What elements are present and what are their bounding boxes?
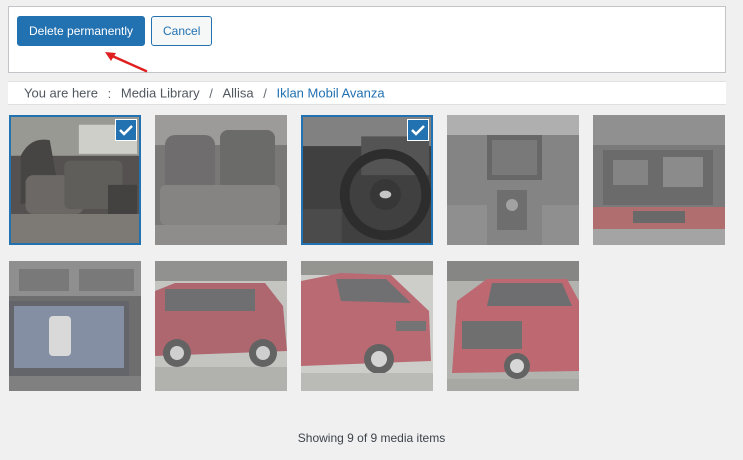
selected-check-icon[interactable] (115, 119, 137, 141)
media-item[interactable] (447, 115, 579, 245)
breadcrumb-separator: / (263, 85, 267, 101)
breadcrumb-separator: / (209, 85, 213, 101)
media-item[interactable] (447, 261, 579, 391)
annotation-arrow-icon (105, 52, 148, 73)
breadcrumb: You are here : Media Library / Allisa / … (8, 81, 726, 105)
cancel-button[interactable]: Cancel (151, 16, 213, 46)
breadcrumb-item-current-folder: Iklan Mobil Avanza (276, 85, 385, 101)
breadcrumb-colon: : (107, 85, 112, 101)
media-item[interactable] (9, 261, 141, 391)
media-count-status: Showing 9 of 9 media items (297, 431, 446, 445)
media-item[interactable] (9, 115, 141, 245)
breadcrumb-item-media-library[interactable]: Media Library (121, 86, 200, 101)
media-item[interactable] (155, 115, 287, 245)
breadcrumb-prefix: You are here (24, 85, 98, 101)
selected-check-icon[interactable] (407, 119, 429, 141)
delete-permanently-button[interactable]: Delete permanently (17, 16, 146, 46)
media-item[interactable] (301, 115, 433, 245)
media-item[interactable] (301, 261, 433, 391)
media-item[interactable] (155, 261, 287, 391)
media-item[interactable] (593, 115, 725, 245)
breadcrumb-item-allisa[interactable]: Allisa (223, 86, 254, 101)
